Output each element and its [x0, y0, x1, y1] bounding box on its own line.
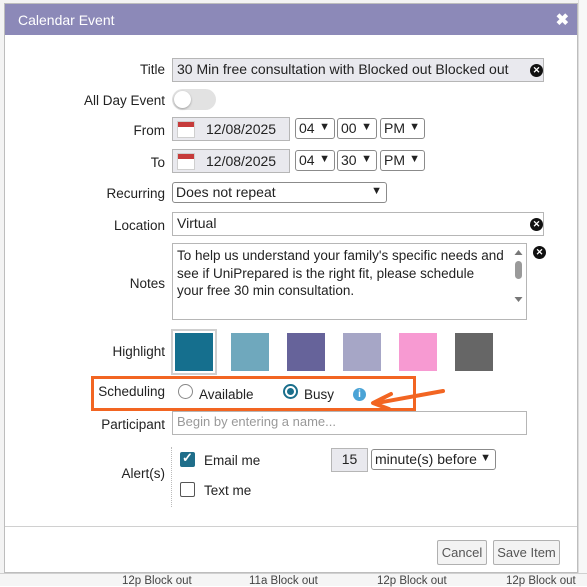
to-minute-value: 30 — [341, 152, 357, 168]
chevron-down-icon: ▼ — [319, 153, 330, 165]
calendar-event-dialog: Calendar Event ✖ Title 30 Min free consu… — [4, 3, 578, 573]
chevron-down-icon: ▼ — [361, 153, 372, 165]
email-me-label: Email me — [204, 453, 261, 468]
background-event: 12p Block out — [122, 575, 192, 587]
alert-amount-value: 15 — [341, 451, 358, 467]
allday-toggle[interactable] — [172, 89, 216, 110]
from-label: From — [133, 123, 166, 138]
background-event: 11a Block out — [249, 575, 318, 587]
to-ampm-select[interactable]: PM ▼ — [380, 150, 425, 171]
from-date-value: 12/08/2025 — [206, 121, 277, 137]
alert-unit-value: minute(s) before — [375, 451, 477, 467]
highlight-swatch-teal[interactable] — [171, 329, 217, 375]
close-icon[interactable]: ✖ — [556, 10, 569, 30]
clear-notes-icon[interactable]: ✕ — [533, 246, 546, 259]
from-minute-select[interactable]: 00 ▼ — [337, 118, 377, 139]
location-label: Location — [113, 218, 165, 233]
chevron-down-icon: ▼ — [409, 121, 420, 133]
location-input[interactable]: Virtual — [172, 212, 544, 236]
dialog-title: Calendar Event — [18, 12, 115, 28]
to-date-value: 12/08/2025 — [206, 153, 277, 169]
chevron-down-icon: ▼ — [371, 185, 382, 197]
title-label: Title — [139, 62, 165, 77]
notes-label: Notes — [129, 276, 165, 291]
participant-input[interactable]: Begin by entering a name... — [172, 411, 527, 435]
to-date-input[interactable]: 12/08/2025 — [172, 149, 290, 173]
alert-amount-input[interactable]: 15 — [331, 448, 368, 472]
footer-divider — [5, 526, 577, 527]
calendar-icon — [177, 153, 195, 170]
highlight-swatch-gray[interactable] — [455, 333, 493, 371]
background-calendar-row: 12p Block out 11a Block out 12p Block ou… — [0, 573, 587, 587]
save-item-button[interactable]: Save Item — [493, 540, 560, 565]
background-event: 12p Block out — [506, 575, 576, 587]
from-date-input[interactable]: 12/08/2025 — [172, 117, 290, 141]
to-hour-value: 04 — [299, 152, 315, 168]
clear-title-icon[interactable]: ✕ — [530, 64, 543, 77]
highlight-label: Highlight — [112, 344, 165, 359]
calendar-icon — [177, 121, 195, 138]
from-minute-value: 00 — [341, 120, 357, 136]
chevron-down-icon: ▼ — [319, 121, 330, 133]
email-me-checkbox[interactable] — [180, 450, 195, 467]
allday-label: All Day Event — [83, 93, 165, 108]
location-value: Virtual — [177, 215, 217, 231]
background-event: 12p Block out — [377, 575, 447, 587]
background-calendar-edge — [578, 0, 587, 585]
participant-label: Participant — [101, 417, 165, 432]
notes-textarea[interactable]: To help us understand your family's spec… — [172, 243, 527, 320]
annotation-arrow-icon — [371, 389, 445, 411]
alerts-divider — [171, 447, 173, 507]
title-input[interactable]: 30 Min free consultation with Blocked ou… — [172, 58, 544, 82]
from-ampm-value: PM — [384, 120, 405, 136]
title-value: 30 Min free consultation with Blocked ou… — [177, 61, 509, 77]
participant-placeholder: Begin by entering a name... — [177, 414, 336, 429]
to-hour-select[interactable]: 04 ▼ — [295, 150, 335, 171]
notes-scrollbar[interactable] — [513, 247, 524, 305]
notes-value: To help us understand your family's spec… — [177, 248, 504, 298]
chevron-down-icon: ▼ — [361, 121, 372, 133]
highlight-swatch-lavender[interactable] — [343, 333, 381, 371]
to-ampm-value: PM — [384, 152, 405, 168]
alerts-label: Alert(s) — [121, 466, 166, 481]
highlight-swatch-pink[interactable] — [399, 333, 437, 371]
from-hour-select[interactable]: 04 ▼ — [295, 118, 335, 139]
text-me-checkbox[interactable] — [180, 482, 195, 497]
from-hour-value: 04 — [299, 120, 315, 136]
from-ampm-select[interactable]: PM ▼ — [380, 118, 425, 139]
highlight-swatch-indigo[interactable] — [287, 333, 325, 371]
dialog-titlebar: Calendar Event ✖ — [5, 4, 577, 35]
to-minute-select[interactable]: 30 ▼ — [337, 150, 377, 171]
highlight-swatch-light-teal[interactable] — [231, 333, 269, 371]
text-me-label: Text me — [204, 483, 252, 498]
cancel-button[interactable]: Cancel — [437, 540, 487, 565]
to-label: To — [150, 155, 165, 170]
recurring-value: Does not repeat — [176, 184, 276, 200]
clear-location-icon[interactable]: ✕ — [530, 218, 543, 231]
chevron-down-icon: ▼ — [480, 452, 491, 464]
toggle-knob — [174, 91, 191, 108]
alert-unit-select[interactable]: minute(s) before ▼ — [371, 449, 496, 470]
recurring-label: Recurring — [106, 186, 165, 201]
recurring-select[interactable]: Does not repeat ▼ — [172, 182, 387, 203]
chevron-down-icon: ▼ — [409, 153, 420, 165]
